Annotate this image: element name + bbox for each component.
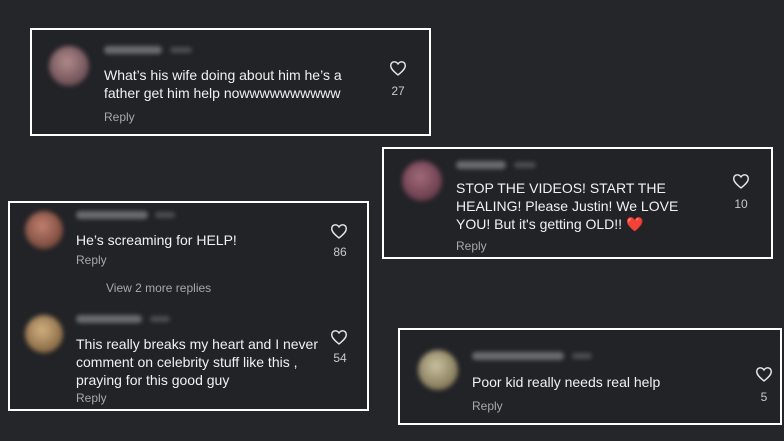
like-count: 10 bbox=[734, 197, 748, 211]
timestamp bbox=[170, 47, 192, 53]
comment-text: STOP THE VIDEOS! START THE HEALING! Plea… bbox=[456, 180, 679, 232]
comment-card-2: STOP THE VIDEOS! START THE HEALING! Plea… bbox=[382, 147, 773, 259]
like-count: 5 bbox=[760, 390, 768, 404]
reply-button[interactable]: Reply bbox=[472, 399, 503, 413]
heart-icon[interactable] bbox=[389, 60, 407, 76]
avatar[interactable] bbox=[402, 161, 442, 201]
comment-text: Poor kid really needs real help bbox=[472, 374, 661, 390]
timestamp bbox=[514, 162, 536, 168]
reply-button[interactable]: Reply bbox=[456, 239, 487, 253]
timestamp bbox=[150, 316, 170, 322]
comment-card-4: Poor kid really needs real help Reply 5 bbox=[398, 328, 782, 425]
username[interactable] bbox=[472, 352, 564, 360]
red-heart-emoji: ❤️ bbox=[625, 216, 644, 232]
timestamp bbox=[155, 212, 175, 218]
heart-icon[interactable] bbox=[330, 329, 348, 345]
username[interactable] bbox=[104, 46, 162, 54]
heart-icon[interactable] bbox=[755, 366, 773, 382]
like-count: 86 bbox=[333, 245, 347, 259]
comment-text: What’s his wife doing about him he’s a f… bbox=[104, 67, 342, 101]
like-count: 27 bbox=[391, 84, 405, 98]
avatar[interactable] bbox=[25, 211, 63, 249]
comment-card-3: He’s screaming for HELP! Reply 86 View 2… bbox=[8, 201, 369, 411]
avatar[interactable] bbox=[25, 315, 63, 353]
heart-icon[interactable] bbox=[732, 173, 750, 189]
like-count: 54 bbox=[333, 351, 347, 365]
reply-button[interactable]: Reply bbox=[76, 253, 107, 267]
avatar[interactable] bbox=[49, 46, 89, 86]
timestamp bbox=[572, 353, 592, 359]
reply-button[interactable]: Reply bbox=[104, 110, 135, 124]
comment-card-1: What’s his wife doing about him he’s a f… bbox=[30, 28, 431, 136]
username[interactable] bbox=[76, 315, 142, 323]
username[interactable] bbox=[456, 161, 506, 169]
comment-text: This really breaks my heart and I never … bbox=[76, 336, 318, 388]
heart-icon[interactable] bbox=[330, 223, 348, 239]
avatar[interactable] bbox=[418, 350, 458, 390]
view-more-replies-button[interactable]: View 2 more replies bbox=[106, 281, 211, 295]
comment-text: He’s screaming for HELP! bbox=[76, 232, 237, 248]
reply-button[interactable]: Reply bbox=[76, 391, 107, 405]
username[interactable] bbox=[76, 211, 148, 219]
